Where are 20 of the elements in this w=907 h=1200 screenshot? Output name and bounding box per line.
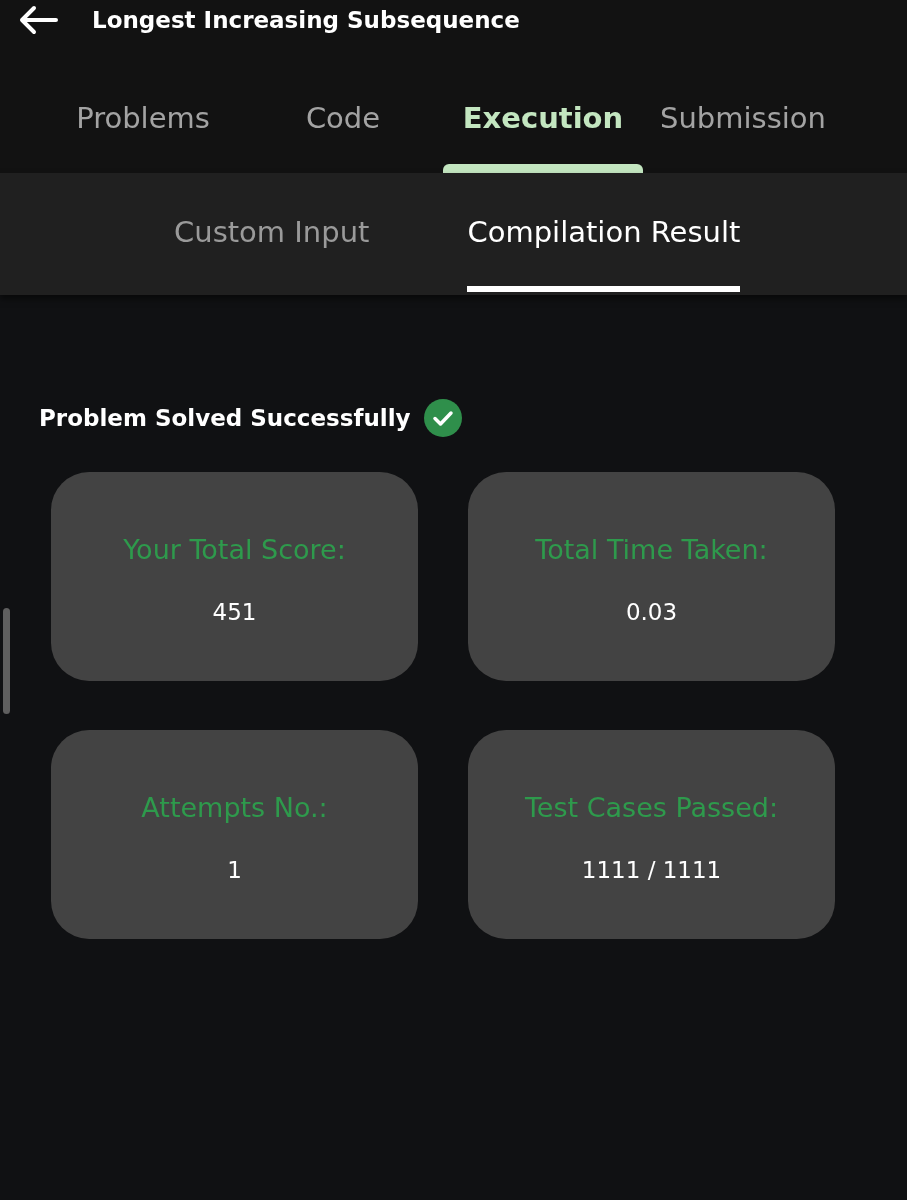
stat-value: 1 bbox=[227, 855, 242, 885]
stat-label: Test Cases Passed: bbox=[524, 791, 779, 825]
stat-label: Attempts No.: bbox=[141, 791, 328, 825]
tab[interactable]: Code bbox=[243, 80, 443, 173]
scrollbar-thumb[interactable] bbox=[3, 608, 10, 714]
status-message: Problem Solved Successfully bbox=[39, 403, 411, 433]
sub-tab[interactable]: Compilation Result bbox=[467, 173, 741, 295]
back-button[interactable] bbox=[18, 5, 58, 35]
sub-tab[interactable]: Custom Input bbox=[174, 173, 370, 295]
stat-value: 451 bbox=[212, 597, 257, 627]
back-arrow-icon bbox=[18, 5, 58, 35]
check-circle-icon bbox=[423, 399, 462, 437]
tab[interactable]: Submission bbox=[643, 80, 843, 173]
page-title: Longest Increasing Subsequence bbox=[92, 5, 520, 35]
stat-value: 0.03 bbox=[625, 597, 678, 627]
stat-value: 1111 / 1111 bbox=[581, 855, 722, 885]
tab[interactable]: Problems bbox=[43, 80, 243, 173]
stat-label: Total Time Taken: bbox=[535, 533, 768, 567]
stat-label: Your Total Score: bbox=[123, 533, 346, 567]
tab[interactable]: Execution bbox=[443, 80, 643, 173]
